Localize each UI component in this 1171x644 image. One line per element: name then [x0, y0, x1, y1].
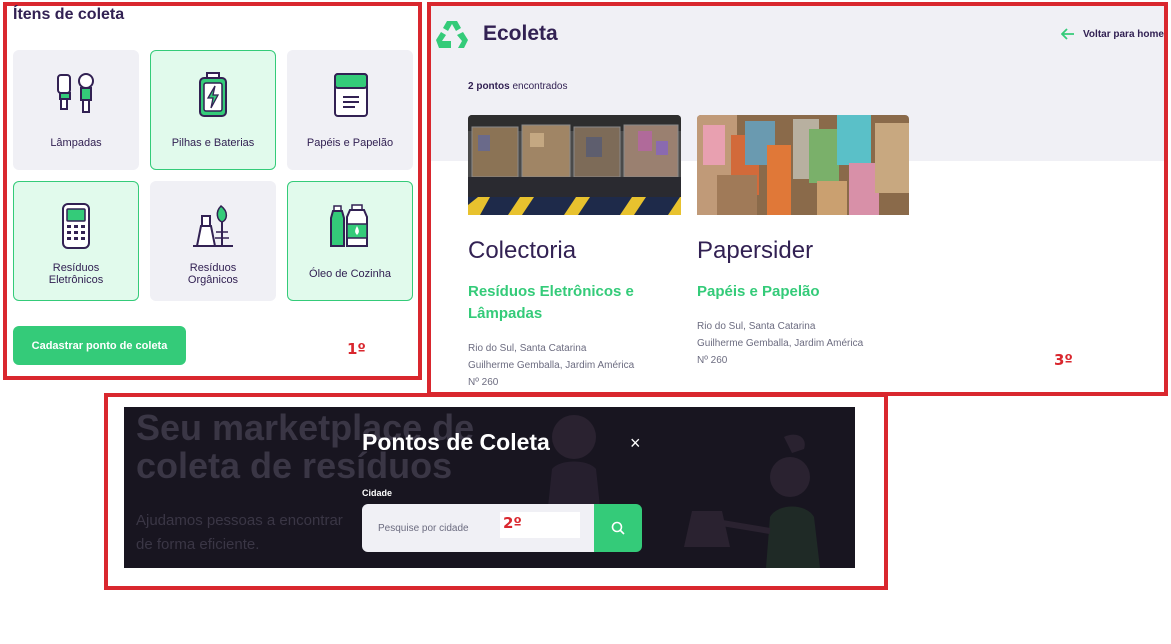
person-illustration-icon: [548, 415, 600, 507]
card-name: Colectoria: [468, 237, 577, 264]
item-electronics[interactable]: Resíduos Eletrônicos: [13, 181, 139, 301]
item-label: Papéis e Papelão: [306, 137, 394, 149]
item-label: Pilhas e Baterias: [171, 137, 255, 149]
oil-icon: [330, 204, 368, 247]
electronics-icon: [62, 203, 90, 249]
city-field-label: Cidade: [362, 488, 393, 498]
collect-items-title: Ítens de coleta: [13, 6, 125, 23]
woman-illustration-icon: [684, 434, 820, 568]
modal-title: Pontos de Coleta: [362, 429, 550, 455]
item-organic[interactable]: Resíduos Orgânicos: [150, 181, 276, 301]
recycle-logo-icon: [436, 21, 468, 48]
close-icon[interactable]: ×: [630, 433, 641, 454]
background-text: Ajudamos pessoas a encontrar de forma ef…: [136, 512, 343, 553]
item-cooking-oil[interactable]: Óleo de Cozinha: [287, 181, 413, 301]
item-label: Lâmpadas: [50, 137, 102, 149]
card-address: Rio do Sul, Santa Catarina Guilherme Gem…: [697, 321, 864, 366]
card-image-colectoria: [468, 115, 681, 215]
card-items: Papéis e Papelão: [697, 283, 820, 300]
item-label: Resíduos Orgânicos: [187, 262, 239, 286]
item-label: Óleo de Cozinha: [309, 268, 391, 280]
lamps-icon: [57, 73, 94, 113]
annotation-marker-1: 1º: [347, 340, 366, 358]
item-paper[interactable]: Papéis e Papelão: [287, 50, 413, 170]
card-address: Rio do Sul, Santa Catarina Guilherme Gem…: [468, 343, 635, 388]
arrow-left-icon: [1061, 28, 1074, 40]
annotation-marker-2: 2º: [503, 514, 522, 532]
card-image-papersider: [697, 115, 909, 215]
back-home-link[interactable]: Voltar para home: [1061, 28, 1164, 40]
annotation-marker-3: 3º: [1054, 351, 1073, 369]
battery-icon: [199, 72, 227, 117]
ecoleta-logo-text: Ecoleta: [483, 22, 558, 45]
search-icon: [611, 521, 625, 535]
organic-icon: [193, 205, 233, 247]
search-button[interactable]: [594, 504, 642, 552]
item-lamps[interactable]: Lâmpadas: [13, 50, 139, 170]
card-items: Resíduos Eletrônicos e Lâmpadas: [468, 283, 634, 322]
card-name: Papersider: [697, 237, 814, 264]
paper-icon: [334, 73, 368, 117]
item-label: Resíduos Eletrônicos: [48, 262, 104, 286]
item-batteries[interactable]: Pilhas e Baterias: [150, 50, 276, 170]
register-point-button[interactable]: Cadastrar ponto de coleta: [13, 326, 186, 365]
back-home-label: Voltar para home: [1083, 28, 1164, 40]
points-count: 2 pontos encontrados: [468, 81, 568, 92]
